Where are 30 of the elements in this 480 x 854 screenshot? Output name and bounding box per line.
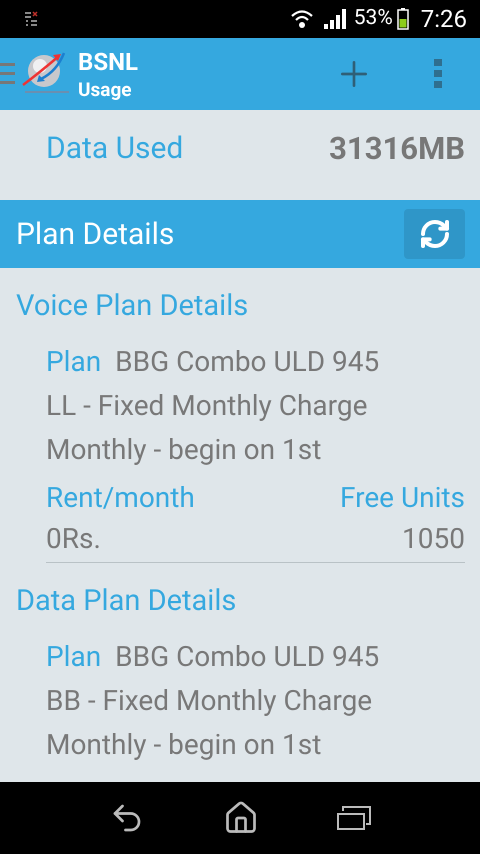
plan-description-line: LL - Fixed Monthly Charge [46, 388, 368, 424]
app-subtitle: Usage [78, 80, 133, 98]
overflow-menu-icon[interactable] [434, 59, 442, 89]
plan-description-line: BB - Fixed Monthly Charge [46, 683, 372, 719]
free-units-value: 1050 [402, 521, 465, 557]
battery-icon [396, 8, 409, 30]
plan-label: Plan [46, 344, 102, 380]
refresh-button[interactable] [404, 209, 465, 259]
clock: 7:26 [420, 4, 467, 35]
plan-heading: Data Plan Details [15, 583, 238, 619]
home-icon[interactable] [223, 800, 259, 836]
recent-apps-icon[interactable] [337, 806, 371, 830]
plan-label: Plan [46, 639, 102, 675]
plan-description-line: Monthly - begin on 1st [46, 727, 322, 763]
rent-value: 0Rs. [46, 521, 101, 557]
plan-description-line: Monthly - begin on 1st [46, 432, 322, 468]
plan-description-line: BBG Combo ULD 945 [115, 344, 380, 380]
refresh-icon [418, 218, 450, 250]
plan-description-line: BBG Combo ULD 945 [115, 639, 380, 675]
data-used-label: Data Used [46, 130, 184, 168]
free-units-label: Free Units [340, 480, 465, 516]
wifi-icon [290, 9, 314, 29]
plan-heading: Voice Plan Details [15, 288, 250, 324]
rent-label: Rent/month [46, 480, 195, 516]
section-title: Plan Details [16, 216, 174, 254]
app-title: BSNL [78, 50, 138, 74]
data-used-value: 31316MB [329, 129, 465, 169]
notification-icon [25, 11, 39, 27]
battery-percent: 53% [354, 5, 393, 32]
signal-icon [324, 9, 348, 29]
